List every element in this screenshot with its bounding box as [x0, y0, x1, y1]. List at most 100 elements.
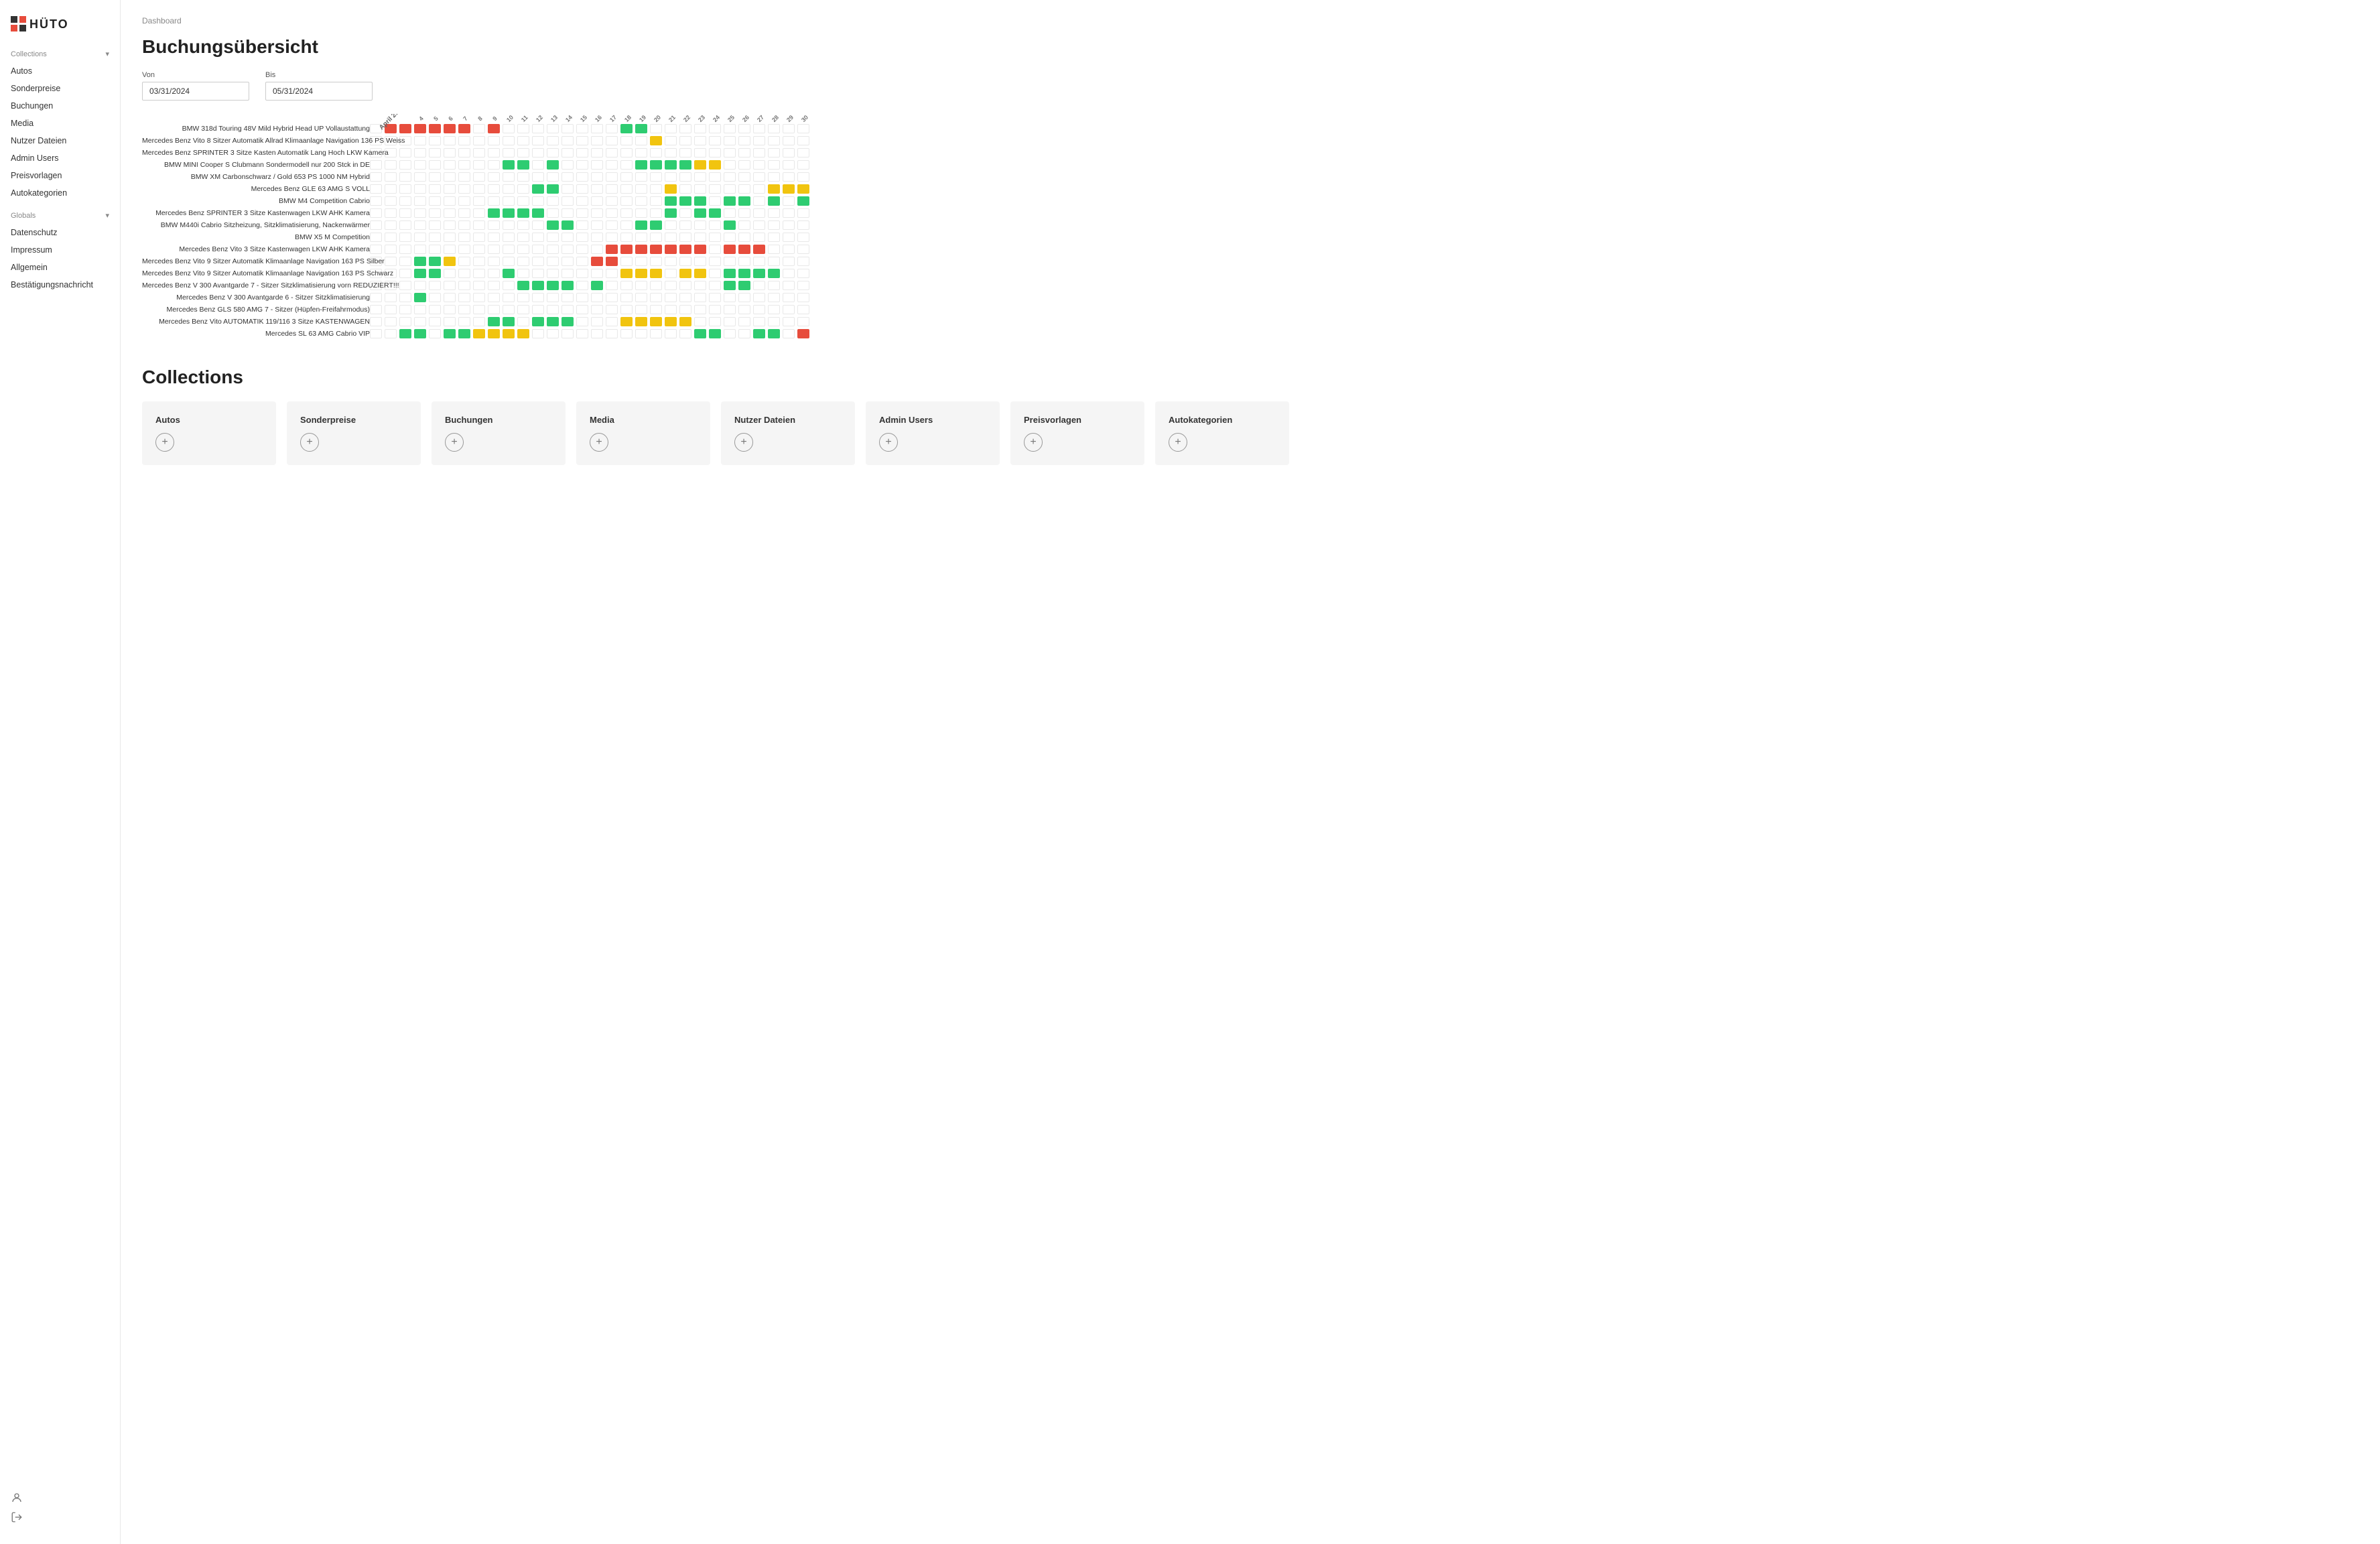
- cal-cell: [547, 292, 561, 304]
- cal-cell: [635, 207, 650, 219]
- sidebar-item-media[interactable]: Media: [0, 115, 120, 132]
- cal-day-header: 21: [665, 114, 679, 123]
- cal-cell: [503, 316, 517, 328]
- sidebar-item-nutzer-dateien[interactable]: Nutzer Dateien: [0, 132, 120, 149]
- collection-add-button[interactable]: +: [879, 433, 898, 452]
- collection-add-button[interactable]: +: [734, 433, 753, 452]
- cal-cell: [753, 255, 768, 267]
- logout-icon[interactable]: [11, 1511, 109, 1525]
- collection-card-title: Nutzer Dateien: [734, 415, 842, 425]
- bis-input[interactable]: [265, 82, 373, 101]
- cal-cell: [458, 159, 473, 171]
- cal-cell: [488, 231, 503, 243]
- cal-cell: [665, 255, 679, 267]
- sidebar-item-allgemein[interactable]: Allgemein: [0, 259, 120, 276]
- collection-add-button[interactable]: +: [1169, 433, 1187, 452]
- collection-add-button[interactable]: +: [445, 433, 464, 452]
- cal-cell: [665, 316, 679, 328]
- cal-cell: [694, 207, 709, 219]
- cal-cell: [488, 328, 503, 340]
- sidebar-item-preisvorlagen[interactable]: Preisvorlagen: [0, 167, 120, 184]
- row-label: BMW XM Carbonschwarz / Gold 653 PS 1000 …: [142, 171, 370, 183]
- cal-cell: [385, 292, 399, 304]
- collection-card-col-autos[interactable]: Autos+: [142, 401, 276, 465]
- cal-day-header: 18: [620, 114, 635, 123]
- cal-cell: [783, 279, 797, 292]
- collection-card-col-nutzer-dateien[interactable]: Nutzer Dateien +: [721, 401, 855, 465]
- user-icon[interactable]: [11, 1492, 109, 1506]
- cal-cell: [738, 316, 753, 328]
- cal-cell: [517, 243, 532, 255]
- cal-cell: [694, 147, 709, 159]
- cal-cell: [635, 195, 650, 207]
- collection-card-col-sonderpreise[interactable]: Sonderpreise+: [287, 401, 421, 465]
- date-range-row: Von Bis: [142, 71, 2359, 101]
- von-input[interactable]: [142, 82, 249, 101]
- cal-cell: [606, 231, 620, 243]
- cal-cell: [606, 219, 620, 231]
- cal-cell: [694, 292, 709, 304]
- von-field: Von: [142, 71, 249, 101]
- cal-cell: [488, 183, 503, 195]
- collection-card-col-preisvorlagen[interactable]: Preisvorlagen+: [1010, 401, 1144, 465]
- von-label: Von: [142, 71, 249, 79]
- sidebar-item-autokategorien[interactable]: Autokategorien: [0, 184, 120, 202]
- collection-card-col-buchungen[interactable]: Buchungen+: [432, 401, 566, 465]
- collection-card-col-media[interactable]: Media+: [576, 401, 710, 465]
- collections-header[interactable]: Collections ▾: [0, 46, 120, 62]
- cal-cell: [694, 267, 709, 279]
- cal-cell: [797, 183, 812, 195]
- cal-cell: [414, 328, 429, 340]
- cal-cell: [473, 123, 488, 135]
- cal-cell: [768, 231, 783, 243]
- cal-cell: [709, 195, 724, 207]
- cal-cell: [606, 316, 620, 328]
- cal-cell: [444, 207, 458, 219]
- cal-cell: [724, 135, 738, 147]
- cal-cell: [444, 135, 458, 147]
- cal-cell: [724, 123, 738, 135]
- cal-day-header: 4: [414, 114, 429, 123]
- collection-card-col-autokategorien[interactable]: Autokategorien+: [1155, 401, 1289, 465]
- cal-cell: [768, 279, 783, 292]
- collection-add-button[interactable]: +: [155, 433, 174, 452]
- cal-cell: [473, 159, 488, 171]
- cal-cell: [753, 207, 768, 219]
- cal-cell: [532, 195, 547, 207]
- cal-cell: [473, 316, 488, 328]
- sidebar-item-bestatigungsnachricht[interactable]: Bestätigungsnachricht: [0, 276, 120, 294]
- cal-cell: [399, 304, 414, 316]
- cal-cell: [414, 243, 429, 255]
- collection-add-button[interactable]: +: [300, 433, 319, 452]
- sidebar-item-admin-users[interactable]: Admin Users: [0, 149, 120, 167]
- sidebar-item-sonderpreise[interactable]: Sonderpreise: [0, 80, 120, 97]
- sidebar-item-impressum[interactable]: Impressum: [0, 241, 120, 259]
- cal-cell: [738, 328, 753, 340]
- cal-cell: [517, 328, 532, 340]
- sidebar-item-buchungen[interactable]: Buchungen: [0, 97, 120, 115]
- globals-header[interactable]: Globals ▾: [0, 207, 120, 224]
- cal-cell: [370, 292, 385, 304]
- cal-cell: [429, 135, 444, 147]
- sidebar-item-datenschutz[interactable]: Datenschutz: [0, 224, 120, 241]
- cal-cell: [458, 316, 473, 328]
- cal-cell: [665, 195, 679, 207]
- cal-cell: [547, 135, 561, 147]
- cal-cell: [591, 183, 606, 195]
- cal-cell: [768, 243, 783, 255]
- sidebar-item-autos[interactable]: Autos: [0, 62, 120, 80]
- cal-cell: [694, 219, 709, 231]
- cal-cell: [783, 147, 797, 159]
- cal-cell: [797, 195, 812, 207]
- cal-cell: [738, 207, 753, 219]
- collection-add-button[interactable]: +: [1024, 433, 1043, 452]
- cal-cell: [679, 267, 694, 279]
- cal-cell: [753, 159, 768, 171]
- collection-add-button[interactable]: +: [590, 433, 608, 452]
- cal-cell: [635, 147, 650, 159]
- cal-cell: [458, 135, 473, 147]
- cal-cell: [768, 159, 783, 171]
- collection-card-col-admin-users[interactable]: Admin Users+: [866, 401, 1000, 465]
- cal-cell: [532, 255, 547, 267]
- cal-cell: [724, 147, 738, 159]
